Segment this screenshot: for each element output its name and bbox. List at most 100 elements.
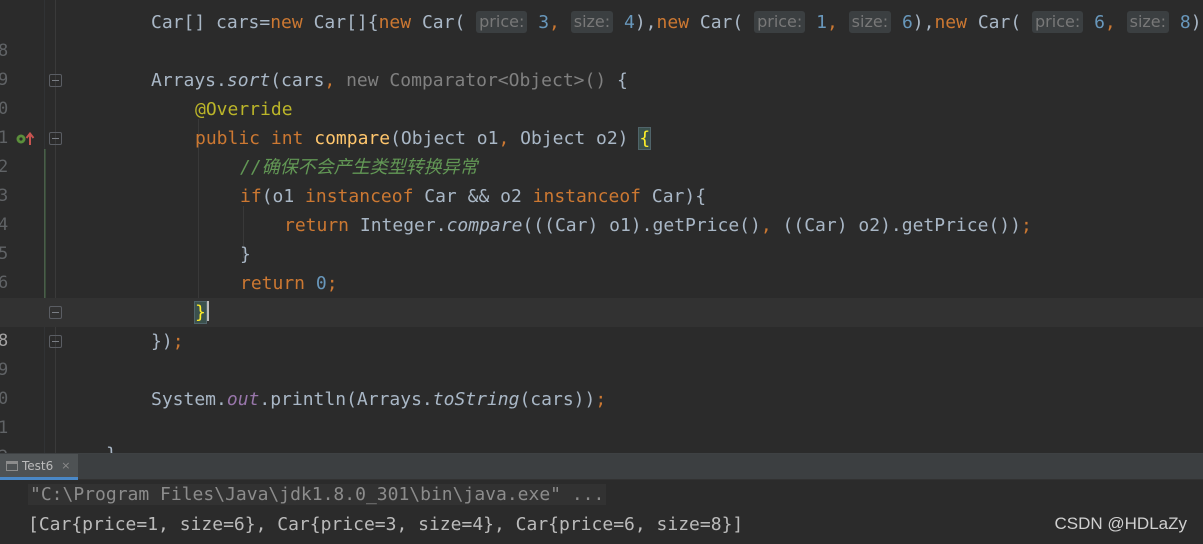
code-editor[interactable]: 8 Car[] cars=new Car[]{new Car( price: 3…	[0, 0, 1203, 453]
code-token: })	[151, 331, 173, 352]
code-token: Object o2)	[509, 128, 640, 149]
keyword-token: ,	[760, 215, 772, 236]
line-content: //确保不会产生类型转换异常	[240, 153, 478, 182]
line-content: });	[151, 327, 184, 356]
line-content: return 0;	[240, 269, 338, 298]
keyword-token: instanceof	[305, 186, 414, 207]
keyword-token: ;	[595, 389, 607, 410]
code-line-24[interactable]: 4 if(o1 instanceof Car && o2 instanceof …	[0, 182, 1203, 235]
run-tool-window: Test6 × "C:\Program Files\Java\jdk1.8.0_…	[0, 453, 1203, 544]
run-tab-bar: Test6 ×	[0, 454, 1203, 480]
static-field-token: out	[226, 389, 260, 410]
close-icon[interactable]: ×	[61, 459, 70, 472]
code-token: Car[]{	[302, 12, 379, 33]
line-content: }	[194, 298, 209, 327]
console-command-line[interactable]: "C:\Program Files\Java\jdk1.8.0_301\bin\…	[28, 484, 607, 505]
code-token: {	[606, 70, 628, 91]
keyword-token: public	[195, 128, 261, 149]
method-name-token: compare	[314, 128, 391, 149]
code-token: Arrays.	[151, 70, 227, 91]
keyword-token: int	[270, 128, 304, 149]
parameter-hint: price:	[1032, 11, 1084, 33]
code-token: (cars))	[519, 389, 596, 410]
keyword-token: ,	[549, 12, 560, 33]
code-line-33[interactable]: }	[0, 440, 1203, 453]
code-token: (o1	[261, 186, 306, 207]
line-content: return Integer.compare(((Car) o1).getPri…	[284, 211, 1032, 240]
fold-collapse-icon[interactable]	[49, 74, 62, 87]
code-token: Car && o2	[413, 186, 533, 207]
annotation-token: @Override	[195, 99, 293, 120]
fold-collapse-icon[interactable]	[49, 132, 62, 145]
code-line-30[interactable]: 0	[0, 356, 1203, 409]
code-line-25[interactable]: 5 return Integer.compare(((Car) o1).getP…	[0, 211, 1203, 264]
keyword-token: new	[934, 12, 967, 33]
console-output-line[interactable]: [Car{price=1, size=6}, Car{price=3, size…	[28, 514, 743, 535]
parameter-hint: size:	[570, 11, 614, 33]
method-call-token: sort	[226, 70, 271, 91]
code-line-26[interactable]: 6 }	[0, 240, 1203, 293]
fold-collapse-icon[interactable]	[49, 306, 62, 319]
keyword-token: ,	[826, 12, 838, 33]
line-content: @Override	[195, 95, 293, 124]
line-content: if(o1 instanceof Car && o2 instanceof Ca…	[240, 182, 706, 211]
code-token: ((Car) o2).getPrice())	[771, 215, 1021, 236]
code-token: Car(	[411, 12, 466, 33]
code-token: Car(	[966, 12, 1022, 33]
fold-collapse-icon[interactable]	[49, 335, 62, 348]
keyword-token: new	[656, 12, 690, 33]
code-line-29[interactable]: 9 });	[0, 327, 1203, 380]
code-line-27[interactable]: 7 return 0;	[0, 269, 1203, 322]
line-content: public int compare(Object o1, Object o2)…	[195, 124, 652, 153]
code-token: System.	[151, 389, 227, 410]
code-line-22[interactable]: 2 public int compare(Object o1, Object o…	[0, 124, 1203, 177]
override-method-icon[interactable]	[16, 132, 38, 146]
method-call-token: toString	[432, 389, 520, 410]
keyword-token: new	[378, 12, 412, 33]
number-token: 4	[624, 12, 635, 33]
code-token: (((Car) o1).getPrice()	[522, 215, 761, 236]
code-line-19[interactable]: 9	[0, 37, 1203, 90]
keyword-token: return	[240, 273, 306, 294]
code-token: )}	[1190, 12, 1203, 33]
code-line-21[interactable]: 1 @Override	[0, 95, 1203, 148]
keyword-token: ,	[324, 70, 336, 91]
keyword-token: return	[284, 215, 350, 236]
keyword-token: instanceof	[532, 186, 642, 207]
keyword-token: ;	[326, 273, 338, 294]
code-token: Car(	[689, 12, 744, 33]
tab-run-test6[interactable]: Test6 ×	[0, 454, 79, 480]
code-token: }	[240, 244, 251, 265]
watermark: CSDN @HDLaZy	[1054, 514, 1188, 533]
parameter-hint: size:	[1126, 11, 1170, 33]
code-token: .println(Arrays.	[259, 389, 433, 410]
code-token: Car){	[641, 186, 707, 207]
code-line-20[interactable]: 0 Arrays.sort(cars, new Comparator<Objec…	[0, 66, 1203, 119]
comment-token: //确保不会产生类型转换异常	[240, 157, 478, 178]
matched-brace: }	[194, 301, 207, 324]
line-content: Arrays.sort(cars, new Comparator<Object>…	[151, 66, 628, 95]
code-token: Car[] cars=	[151, 12, 271, 33]
code-line-18[interactable]: 8 Car[] cars=new Car[]{new Car( price: 3…	[0, 8, 1203, 61]
method-call-token: compare	[446, 215, 523, 236]
line-content: System.out.println(Arrays.toString(cars)…	[151, 385, 606, 414]
line-content: }	[240, 240, 251, 269]
number-token: 3	[538, 12, 550, 33]
code-token: }	[106, 444, 117, 453]
number-token: 6	[901, 12, 913, 33]
number-token: 8	[1179, 12, 1191, 33]
code-line-28-current[interactable]: 8 }	[0, 298, 1203, 351]
keyword-token: ;	[1020, 215, 1032, 236]
parameter-hint: size:	[848, 11, 892, 33]
code-line-23[interactable]: 3 //确保不会产生类型转换异常	[0, 153, 1203, 206]
line-content: Car[] cars=new Car[]{new Car( price: 3, …	[151, 8, 1203, 37]
keyword-token: new	[270, 12, 303, 33]
code-token: ),	[912, 12, 935, 33]
keyword-token: ;	[172, 331, 184, 352]
code-line-31[interactable]: 1 System.out.println(Arrays.toString(car…	[0, 385, 1203, 438]
code-token: (cars	[270, 70, 325, 91]
code-line-32[interactable]: 2	[0, 414, 1203, 453]
